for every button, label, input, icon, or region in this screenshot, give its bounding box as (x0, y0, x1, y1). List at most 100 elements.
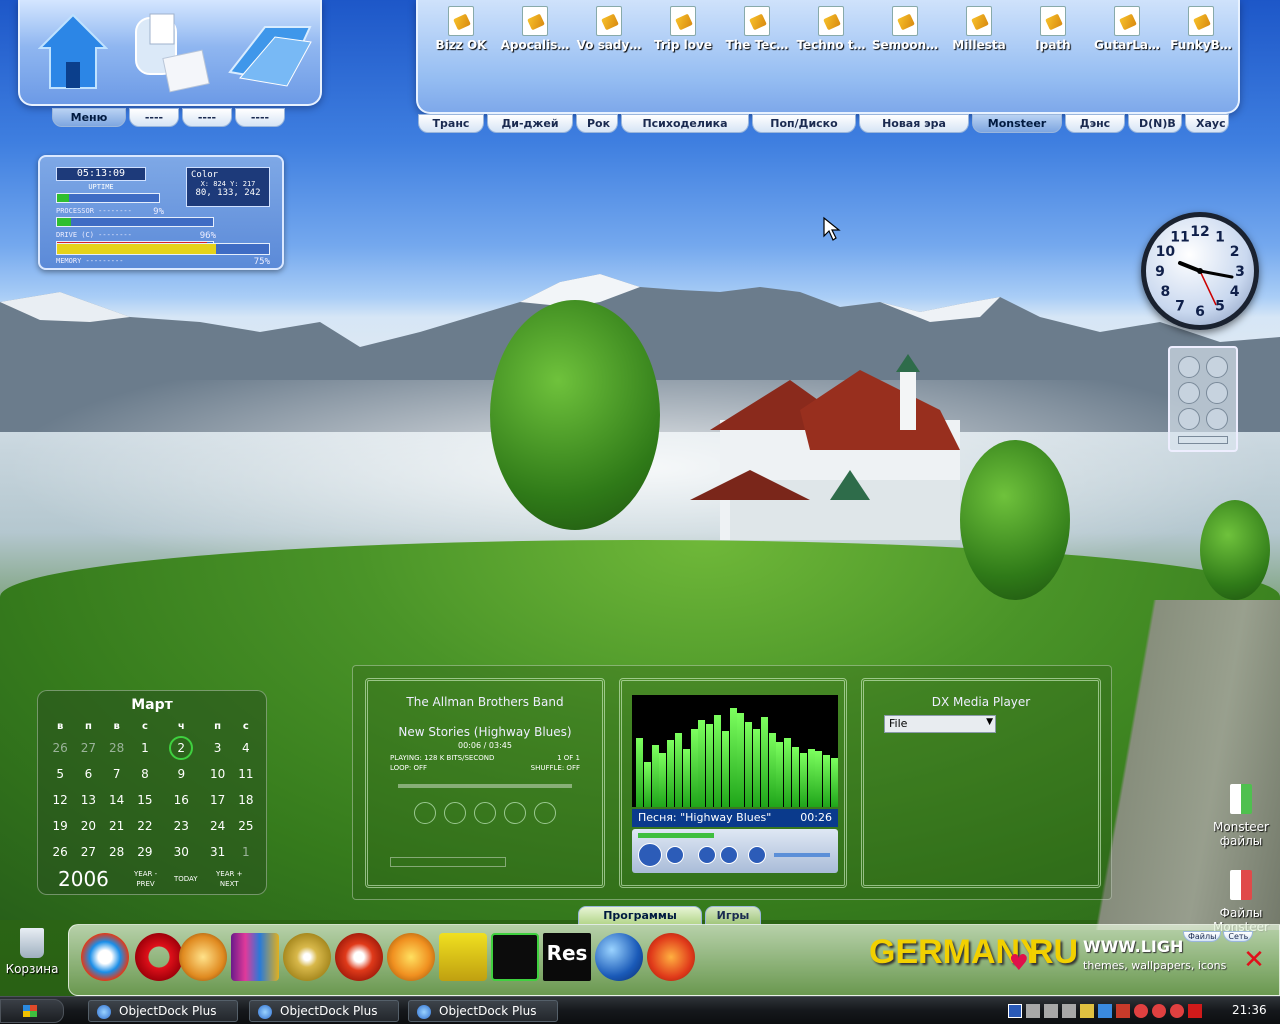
play-button[interactable] (474, 802, 496, 824)
today-button[interactable]: TODAY (174, 875, 198, 883)
calendar-day[interactable]: 1 (232, 839, 260, 865)
tab-files[interactable]: Файлы (1183, 931, 1222, 942)
tab-rock[interactable]: Рок (576, 114, 618, 133)
nero-burn-icon[interactable] (335, 933, 383, 981)
tab-network[interactable]: Сеть (1223, 931, 1254, 942)
radiation-icon[interactable] (439, 933, 487, 981)
globe-icon[interactable] (595, 933, 643, 981)
music-file[interactable]: Trip love (646, 6, 720, 52)
calendar-day[interactable]: 3 (203, 735, 231, 761)
tray-icon[interactable] (1134, 1004, 1148, 1018)
calendar-day[interactable]: 25 (232, 813, 260, 839)
calendar-day[interactable]: 30 (159, 839, 203, 865)
taskbar-button-objectdock[interactable]: ObjectDock Plus (88, 1000, 238, 1022)
music-file[interactable]: Ipath (1016, 6, 1090, 52)
calendar-day[interactable]: 9 (159, 761, 203, 787)
calendar-day[interactable]: 26 (46, 839, 74, 865)
tab-house[interactable]: Хаус (1185, 114, 1229, 133)
tab-menu[interactable]: Меню (52, 108, 126, 127)
calendar-day[interactable]: 21 (103, 813, 131, 839)
tab-new-age[interactable]: Новая эра (859, 114, 969, 133)
calendar-day[interactable]: 12 (46, 787, 74, 813)
music-file[interactable]: Millesta (942, 6, 1016, 52)
winrar-icon[interactable] (231, 933, 279, 981)
player1-seek[interactable] (398, 784, 572, 788)
calendar-day[interactable]: 14 (103, 787, 131, 813)
pause-icon[interactable] (1206, 356, 1228, 378)
prev-button[interactable] (698, 846, 716, 864)
calendar-day[interactable]: 5 (46, 761, 74, 787)
home-icon[interactable] (37, 10, 109, 90)
music-file[interactable]: The Tec… (720, 6, 794, 52)
taskbar-button-objectdock[interactable]: ObjectDock Plus (408, 1000, 558, 1022)
calendar-day[interactable]: 4 (232, 735, 260, 761)
tab-dnb[interactable]: D(N)B (1128, 114, 1182, 133)
calendar-day[interactable]: 1 (131, 735, 159, 761)
music-file[interactable]: Techno t… (794, 6, 868, 52)
calendar-day[interactable]: 19 (46, 813, 74, 839)
video-tool-icon[interactable] (179, 933, 227, 981)
next-icon[interactable] (1206, 382, 1228, 404)
tray-icon[interactable] (1188, 1004, 1202, 1018)
calendar-day[interactable]: 23 (159, 813, 203, 839)
seek-slider[interactable] (1178, 436, 1228, 444)
taskbar-clock[interactable]: 21:36 (1232, 1003, 1267, 1017)
stop-icon[interactable] (1178, 382, 1200, 404)
music-file[interactable]: FunkyB… (1164, 6, 1238, 52)
desktop-icon-recycle-bin[interactable]: Корзина (4, 928, 60, 976)
volume-slider[interactable] (774, 853, 830, 857)
fl-studio-icon[interactable] (387, 933, 435, 981)
stop-button[interactable] (504, 802, 526, 824)
tab-blank-3[interactable]: ---- (235, 108, 285, 127)
tab-monsteer[interactable]: Monsteer (972, 114, 1062, 133)
rewind-icon[interactable] (1178, 408, 1200, 430)
prev-button[interactable] (414, 802, 436, 824)
next-button[interactable] (720, 846, 738, 864)
tray-icon[interactable] (1080, 1004, 1094, 1018)
music-file[interactable]: GutarLa… (1090, 6, 1164, 52)
calendar-day[interactable]: 22 (131, 813, 159, 839)
tray-icon[interactable] (1062, 1004, 1076, 1018)
calendar-day[interactable]: 7 (103, 761, 131, 787)
tray-icon[interactable] (1098, 1004, 1112, 1018)
tab-blank-2[interactable]: ---- (182, 108, 232, 127)
tray-icon[interactable] (1170, 1004, 1184, 1018)
file-dropdown[interactable]: File ▼ (884, 715, 996, 733)
mute-button[interactable] (748, 846, 766, 864)
pause-button[interactable] (444, 802, 466, 824)
folder-icon[interactable] (225, 12, 315, 92)
pause-button[interactable] (638, 843, 662, 867)
taskbar-button-objectdock[interactable]: ObjectDock Plus (249, 1000, 399, 1022)
calendar-day[interactable]: 13 (74, 787, 102, 813)
year-prev-button[interactable]: YEAR - PREV (134, 869, 157, 889)
opera-icon[interactable] (135, 933, 183, 981)
music-file[interactable]: Apocalis… (498, 6, 572, 52)
close-icon[interactable]: ✕ (1241, 947, 1267, 973)
player1-volume[interactable] (390, 857, 506, 867)
calendar-day[interactable]: 17 (203, 787, 231, 813)
calendar-day[interactable]: 18 (232, 787, 260, 813)
calendar-day[interactable]: 27 (74, 839, 102, 865)
tray-icon[interactable] (1026, 1004, 1040, 1018)
calendar-day[interactable]: 29 (131, 839, 159, 865)
calendar-day[interactable]: 11 (232, 761, 260, 787)
tab-dance[interactable]: Дэнс (1065, 114, 1125, 133)
stop-button[interactable] (666, 846, 684, 864)
calendar-day[interactable]: 28 (103, 839, 131, 865)
next-button[interactable] (534, 802, 556, 824)
tab-games[interactable]: Игры (705, 906, 761, 925)
volume-icon[interactable] (1206, 408, 1228, 430)
calendar-day[interactable]: 31 (203, 839, 231, 865)
calendar-day[interactable]: 27 (74, 735, 102, 761)
media-player-icon[interactable] (81, 933, 129, 981)
tab-blank-1[interactable]: ---- (129, 108, 179, 127)
calendar-day[interactable]: 10 (203, 761, 231, 787)
calendar-day[interactable]: 16 (159, 787, 203, 813)
tray-icon[interactable] (1152, 1004, 1166, 1018)
tray-icon[interactable] (1116, 1004, 1130, 1018)
ccleaner-icon[interactable] (647, 933, 695, 981)
calendar-day[interactable]: 6 (74, 761, 102, 787)
music-file[interactable]: Vo sady… (572, 6, 646, 52)
tab-programs[interactable]: Программы (578, 906, 702, 925)
calendar-day[interactable]: 2 (159, 735, 203, 761)
